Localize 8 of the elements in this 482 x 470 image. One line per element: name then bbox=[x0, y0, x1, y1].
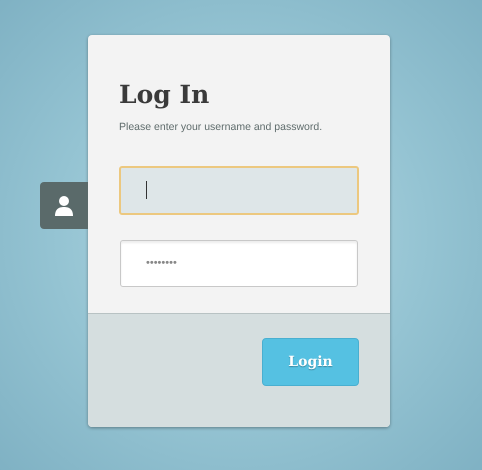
login-subtitle: Please enter your username and password. bbox=[119, 120, 322, 135]
login-title: Log In bbox=[119, 80, 210, 110]
field-value: •••••••• bbox=[146, 256, 177, 271]
user-icon bbox=[55, 196, 73, 216]
input-field[interactable]: •••••••• bbox=[120, 240, 358, 287]
login-button[interactable]: Login bbox=[262, 338, 359, 386]
text-cursor bbox=[146, 181, 147, 200]
input-field[interactable] bbox=[119, 166, 359, 215]
